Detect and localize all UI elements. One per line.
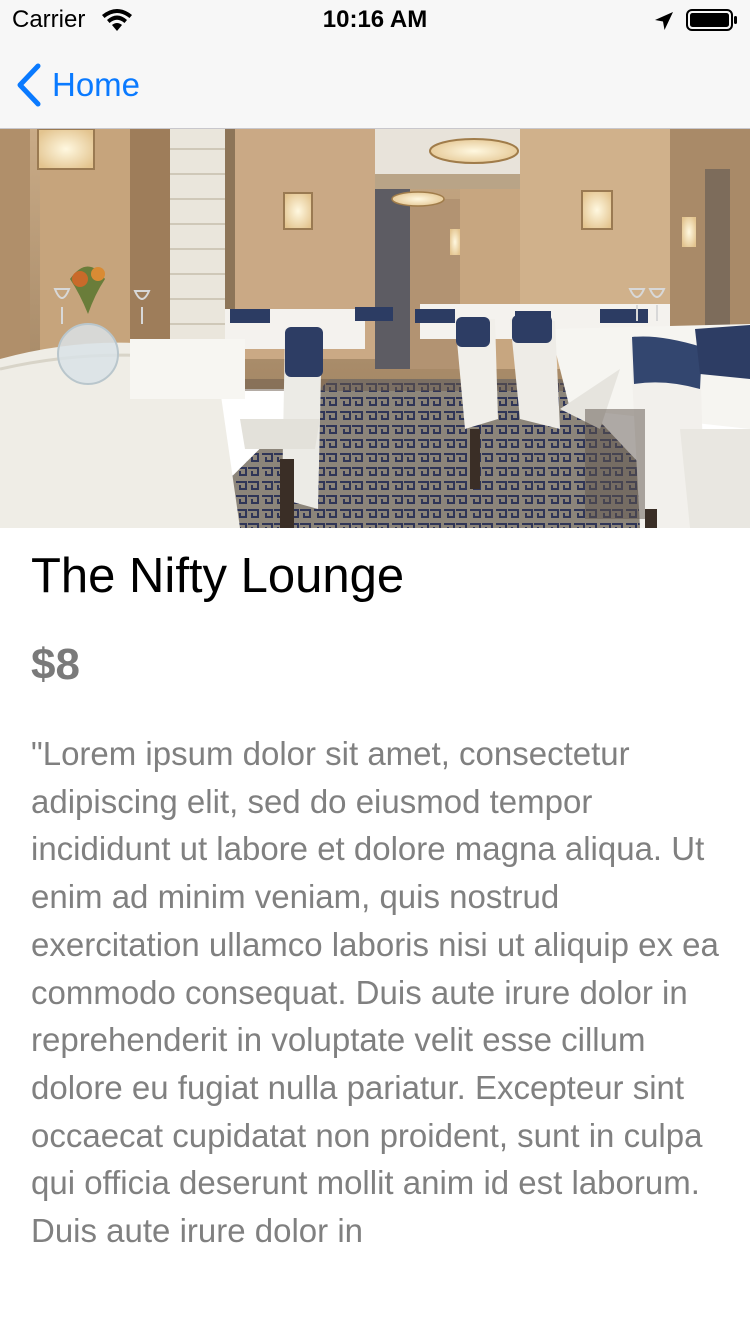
chevron-left-icon	[17, 63, 41, 107]
status-time: 10:16 AM	[322, 6, 428, 33]
restaurant-interior-image	[0, 129, 750, 528]
listing-price: $8	[31, 640, 80, 689]
navigation-bar: Home	[0, 40, 750, 129]
location-arrow-icon	[655, 12, 673, 30]
listing-title: The Nifty Lounge	[31, 549, 405, 603]
back-button-label: Home	[52, 66, 141, 103]
screen: Carrier 10:16 AM Home The Nifty Lounge $…	[0, 0, 750, 1334]
hero-image	[0, 129, 750, 528]
listing-description: "Lorem ipsum dolor sit amet, consectetur…	[31, 735, 719, 1250]
back-button[interactable]: Home	[14, 62, 140, 108]
status-bar: Carrier 10:16 AM	[0, 0, 750, 40]
battery-icon	[686, 9, 737, 31]
